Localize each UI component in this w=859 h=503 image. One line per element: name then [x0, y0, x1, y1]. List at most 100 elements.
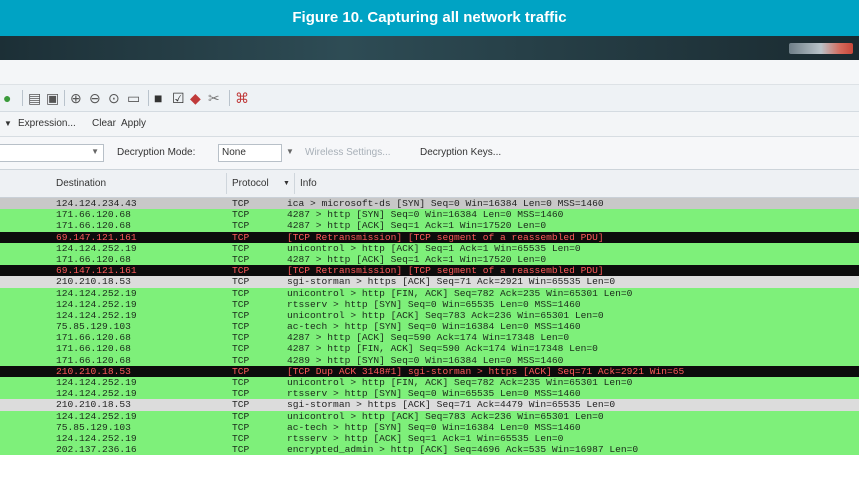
- zoom-normal-icon[interactable]: ⊙: [108, 90, 120, 106]
- packet-row[interactable]: 124.124.252.19 TCP unicontrol > http [FIN,…: [0, 377, 859, 389]
- packet-info: ac-tech > http [SYN] Seq=0 Win=16384 Len…: [287, 421, 581, 433]
- packet-info: unicontrol > http [FIN, ACK] Seq=782 Ack…: [287, 377, 633, 388]
- packet-row[interactable]: 75.85.129.103 TCP ac-tech > http [SYN] Seq…: [0, 321, 859, 333]
- packet-info: 4287 > http [ACK] Seq=1 Ack=1 Win=17520 …: [287, 220, 547, 232]
- decryption-keys-button[interactable]: Decryption Keys...: [420, 147, 501, 158]
- packet-row[interactable]: 210.210.18.53 TCP sgi-storman > https [ACK…: [0, 399, 859, 411]
- screenshot-frame: Figure 10. Capturing all network traffic…: [0, 0, 859, 503]
- display-filters-icon[interactable]: ☑: [172, 90, 185, 106]
- filter-dropdown-arrow-icon[interactable]: ▼: [4, 119, 12, 128]
- packet-info: [TCP Retransmission] [TCP segment of a r…: [287, 265, 604, 277]
- packet-row[interactable]: 171.66.120.68 TCP 4287 > http [ACK] Seq=59…: [0, 332, 859, 344]
- column-destination[interactable]: Destination: [56, 178, 106, 189]
- packet-protocol: TCP: [232, 265, 250, 277]
- packet-protocol: TCP: [232, 365, 250, 377]
- preferences-icon[interactable]: ✂: [208, 90, 220, 106]
- user-icon[interactable]: ●: [3, 90, 11, 106]
- packet-destination: 124.124.252.19: [56, 432, 137, 444]
- packet-protocol: TCP: [232, 276, 250, 288]
- column-divider[interactable]: [294, 173, 295, 194]
- packet-protocol: TCP: [232, 220, 250, 232]
- packet-protocol: TCP: [232, 444, 250, 456]
- wireless-toolbar: ▼ Decryption Mode: None ▼ Wireless Setti…: [0, 137, 859, 170]
- interfaces-icon[interactable]: ▣: [46, 90, 59, 106]
- packet-protocol: TCP: [232, 343, 250, 355]
- packet-info: [TCP Dup ACK 3148#1] sgi-storman > https…: [287, 365, 685, 377]
- capture-filters-icon[interactable]: ■: [154, 90, 162, 106]
- packet-protocol: TCP: [232, 421, 250, 433]
- wireless-settings-button[interactable]: Wireless Settings...: [305, 147, 391, 158]
- packet-protocol: TCP: [232, 432, 250, 444]
- help-icon[interactable]: ⌘: [235, 90, 249, 106]
- packet-destination: 210.210.18.53: [56, 399, 131, 411]
- packet-row[interactable]: 210.210.18.53 TCP [TCP Dup ACK 3148#1] sgi…: [0, 365, 859, 377]
- toolbar-separator: [148, 90, 149, 106]
- packet-destination: 124.124.252.19: [56, 298, 137, 310]
- packet-info: sgi-storman > https [ACK] Seq=71 Ack=447…: [287, 399, 616, 411]
- packet-info: encrypted_admin > http [ACK] Seq=4696 Ac…: [287, 444, 639, 456]
- decryption-mode-select[interactable]: None: [218, 144, 282, 162]
- resize-columns-icon[interactable]: ▭: [127, 90, 140, 106]
- packet-destination: 75.85.129.103: [56, 421, 131, 433]
- packet-destination: 124.124.252.19: [56, 388, 137, 400]
- packet-row[interactable]: 124.124.252.19 TCP unicontrol > http [FIN,…: [0, 287, 859, 299]
- capture-options-icon[interactable]: ▤: [28, 90, 41, 106]
- packet-row[interactable]: 171.66.120.68 TCP 4287 > http [ACK] Seq=1 …: [0, 253, 859, 266]
- packet-info: unicontrol > http [ACK] Seq=783 Ack=236 …: [287, 309, 604, 321]
- packet-row[interactable]: 202.137.236.16 TCP encrypted_admin > http …: [0, 444, 859, 456]
- apply-button[interactable]: Apply: [121, 118, 146, 129]
- zoom-out-icon[interactable]: ⊖: [89, 90, 101, 106]
- wireless-channel-select[interactable]: ▼: [0, 144, 104, 162]
- packet-info: ac-tech > http [SYN] Seq=0 Win=16384 Len…: [287, 321, 581, 333]
- sort-arrow-icon: ▼: [283, 180, 290, 187]
- packet-row[interactable]: 124.124.252.19 TCP rtsserv > http [SYN] Se…: [0, 298, 859, 310]
- toolbar-separator: [64, 90, 65, 106]
- packet-protocol: TCP: [232, 287, 250, 299]
- packet-list: 124.124.234.43 TCP ica > microsoft-ds [SYN…: [0, 198, 859, 503]
- packet-protocol: TCP: [232, 198, 250, 209]
- packet-row[interactable]: 124.124.252.19 TCP unicontrol > http [ACK]…: [0, 410, 859, 422]
- toolbar-separator: [22, 90, 23, 106]
- window-controls[interactable]: [789, 43, 853, 54]
- packet-destination: 210.210.18.53: [56, 276, 131, 288]
- clear-button[interactable]: Clear: [92, 118, 116, 129]
- packet-info: sgi-storman > https [ACK] Seq=71 Ack=292…: [287, 276, 616, 288]
- decryption-mode-value: None: [222, 147, 246, 158]
- toolbar-separator: [229, 90, 230, 106]
- packet-protocol: TCP: [232, 332, 250, 344]
- coloring-rules-icon[interactable]: ◆: [190, 90, 201, 106]
- packet-protocol: TCP: [232, 321, 250, 333]
- packet-row[interactable]: 171.66.120.68 TCP 4289 > http [SYN] Seq=0 …: [0, 354, 859, 366]
- zoom-in-icon[interactable]: ⊕: [70, 90, 82, 106]
- packet-protocol: TCP: [232, 354, 250, 366]
- packet-info: rtsserv > http [SYN] Seq=0 Win=65535 Len…: [287, 388, 581, 400]
- figure-caption: Figure 10. Capturing all network traffic: [0, 0, 859, 36]
- packet-row[interactable]: 124.124.234.43 TCP ica > microsoft-ds [SYN…: [0, 198, 859, 210]
- packet-destination: 124.124.234.43: [56, 198, 137, 209]
- packet-row[interactable]: 171.66.120.68 TCP 4287 > http [SYN] Seq=0 …: [0, 209, 859, 221]
- packet-row[interactable]: 69.147.121.161 TCP [TCP Retransmission] [T…: [0, 231, 859, 243]
- packet-row[interactable]: 124.124.252.19 TCP unicontrol > http [ACK]…: [0, 242, 859, 254]
- packet-protocol: TCP: [232, 410, 250, 422]
- column-protocol[interactable]: Protocol: [232, 178, 269, 189]
- packet-row[interactable]: 69.147.121.161 TCP [TCP Retransmission] [T…: [0, 265, 859, 277]
- packet-protocol: TCP: [232, 309, 250, 321]
- packet-row[interactable]: 124.124.252.19 TCP unicontrol > http [ACK]…: [0, 309, 859, 322]
- packet-row[interactable]: 124.124.252.19 TCP rtsserv > http [ACK] Se…: [0, 432, 859, 445]
- chevron-down-icon[interactable]: ▼: [286, 147, 294, 156]
- column-divider[interactable]: [226, 173, 227, 194]
- packet-row[interactable]: 75.85.129.103 TCP ac-tech > http [SYN] Seq…: [0, 421, 859, 433]
- packet-destination: 171.66.120.68: [56, 354, 131, 366]
- packet-protocol: TCP: [232, 298, 250, 310]
- packet-row[interactable]: 124.124.252.19 TCP rtsserv > http [SYN] Se…: [0, 388, 859, 400]
- packet-row[interactable]: 210.210.18.53 TCP sgi-storman > https [ACK…: [0, 276, 859, 288]
- packet-destination: 171.66.120.68: [56, 209, 131, 221]
- packet-row[interactable]: 171.66.120.68 TCP 4287 > http [FIN, ACK] S…: [0, 343, 859, 355]
- packet-destination: 124.124.252.19: [56, 287, 137, 299]
- expression-button[interactable]: Expression...: [18, 118, 76, 129]
- packet-list-header: Destination Protocol ▼ Info: [0, 170, 859, 198]
- packet-destination: 124.124.252.19: [56, 309, 137, 321]
- column-info[interactable]: Info: [300, 178, 317, 189]
- packet-row[interactable]: 171.66.120.68 TCP 4287 > http [ACK] Seq=1 …: [0, 220, 859, 232]
- packet-info: unicontrol > http [ACK] Seq=1 Ack=1 Win=…: [287, 242, 581, 254]
